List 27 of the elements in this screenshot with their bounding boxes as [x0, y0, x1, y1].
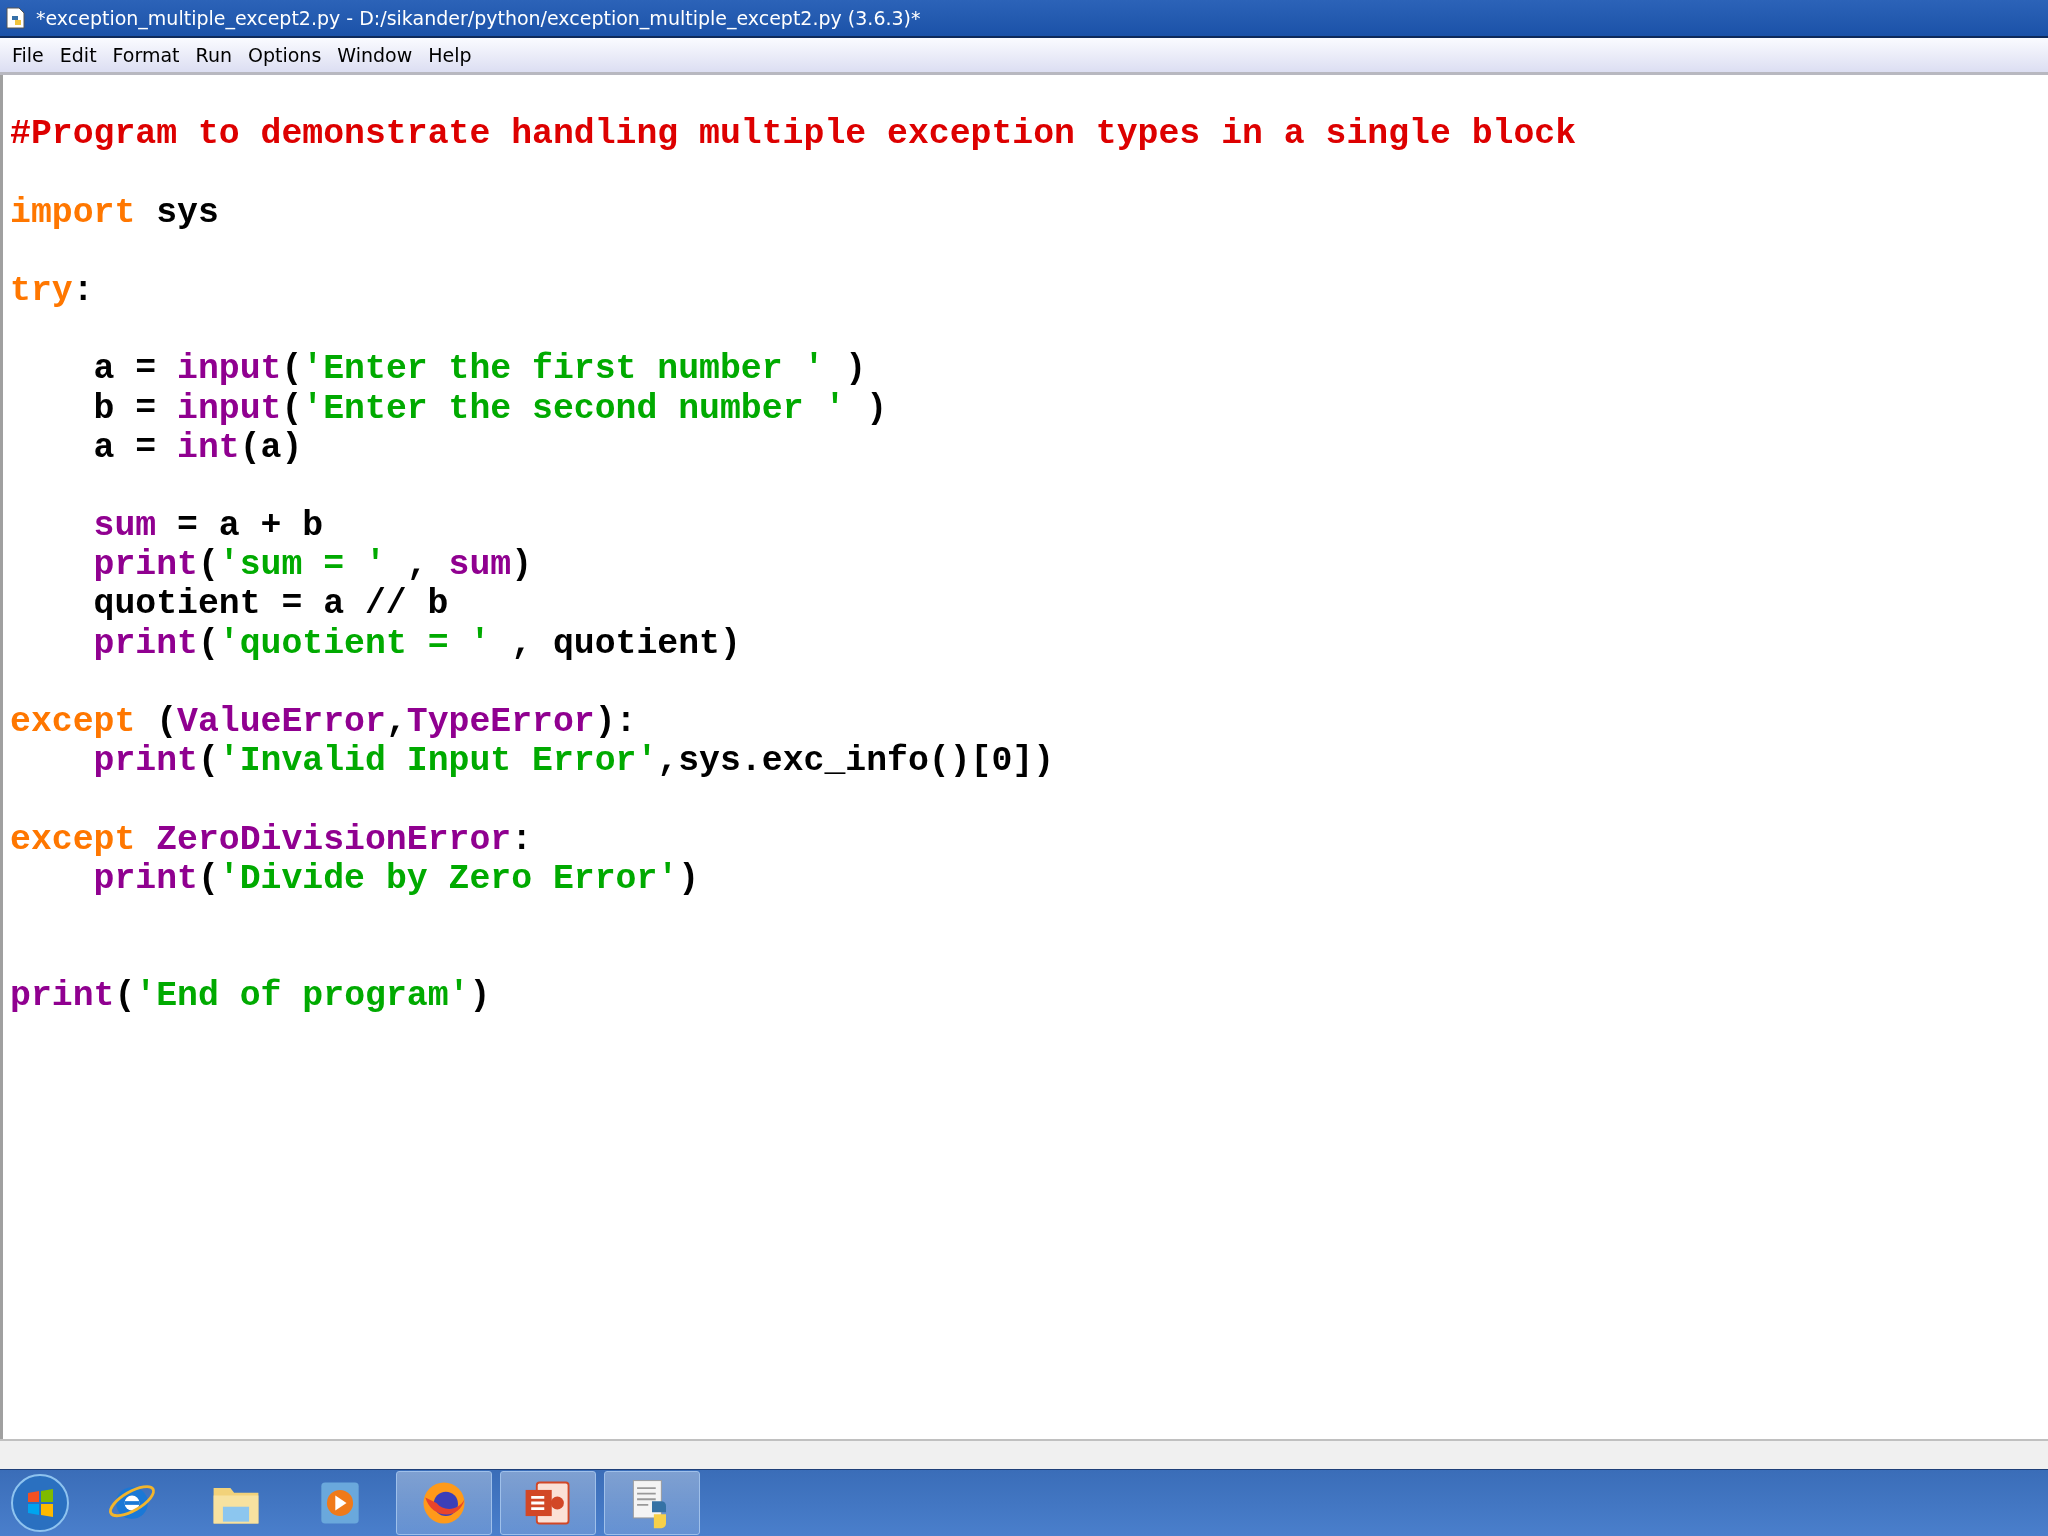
code-line: print('Invalid Input Error',sys.exc_info()[0]): [92, 741, 1055, 781]
taskbar-button[interactable]: [396, 1471, 492, 1535]
code-line: quotient = a // b: [92, 584, 449, 624]
menu-item[interactable]: Format: [106, 42, 190, 68]
code-line: #Program to demonstrate handling multiple exception types in a single block: [9, 114, 1577, 154]
menu-item[interactable]: Options: [242, 42, 332, 68]
menu-item[interactable]: Edit: [53, 42, 107, 68]
menu-item[interactable]: Help: [422, 42, 482, 68]
code-line: except (ValueError,TypeError):: [9, 702, 637, 742]
taskbar-button[interactable]: [500, 1471, 596, 1535]
code-line: print('End of program'): [9, 976, 491, 1016]
code-line: sum = a + b: [92, 506, 324, 546]
code-line: print('Divide by Zero Error'): [92, 858, 700, 898]
code-line: a = input('Enter the first number ' ): [92, 349, 867, 389]
taskbar-button[interactable]: [604, 1471, 700, 1535]
menu-item[interactable]: Window: [331, 42, 423, 68]
code-line: a = int(a): [92, 427, 303, 467]
menu-item[interactable]: Run: [189, 42, 242, 68]
code-line: print('quotient = ' , quotient): [92, 623, 741, 663]
code-line: except ZeroDivisionError:: [9, 819, 533, 859]
code-line: b = input('Enter the second number ' ): [92, 388, 888, 428]
window-title: *exception_multiple_except2.py - D:/sikander/python/exception_multiple_except2.py (3.6.3)*: [36, 7, 921, 29]
code-line: try:: [9, 270, 94, 311]
code-line: print('sum = ' , sum): [92, 545, 533, 585]
app-icon: [4, 6, 28, 30]
menu-item[interactable]: File: [6, 42, 54, 68]
code-line: import sys: [9, 192, 219, 232]
